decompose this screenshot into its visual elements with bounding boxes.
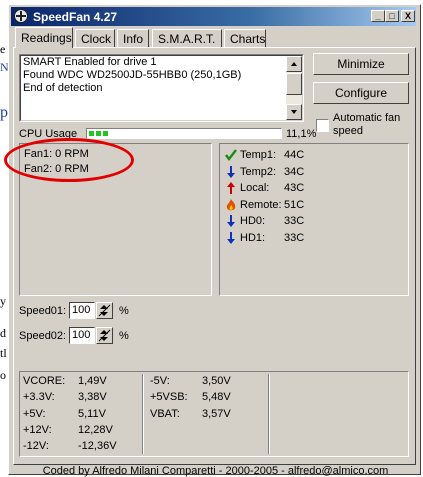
voltage-value: 3,38V [78, 391, 107, 404]
voltage-name: VCORE: [23, 375, 66, 387]
speed01-input[interactable]: 100 [69, 302, 95, 319]
speed02-input[interactable]: 100 [69, 327, 95, 344]
voltage-name: +5VSB: [150, 391, 188, 404]
log-text: SMART Enabled for drive 1 Found WDC WD25… [23, 56, 242, 94]
background-text: d [0, 326, 6, 340]
automatic-fan-label: Automatic fan [333, 112, 401, 124]
log-box[interactable]: SMART Enabled for drive 1 Found WDC WD25… [19, 54, 304, 122]
cpu-usage-value: 11,1% [286, 128, 317, 140]
temperature-name: HD1: [240, 232, 266, 244]
temperature-value: 33C [284, 232, 305, 244]
background-text: y [0, 294, 6, 308]
arrow-up-icon [291, 62, 297, 66]
voltages-box: VCORE: 1,49V +3.3V: 3,38V +5V: 5,11V +12V: 12,2… [19, 371, 409, 457]
speed01-unit: % [119, 305, 129, 317]
speed02-unit: % [119, 330, 129, 342]
tab-readings[interactable]: Readings [15, 27, 73, 48]
configure-button[interactable]: Configure [313, 82, 409, 104]
temperature-value: 44C [284, 149, 305, 161]
background-text: e [0, 42, 6, 56]
window-title: SpeedFan 4.27 [33, 10, 118, 24]
window-close-button[interactable]: X [401, 10, 415, 22]
speedfan-window: SpeedFan 4.27 _ □ X Readings Clock Info … [8, 4, 421, 477]
speed01-label: Speed01: [19, 305, 67, 317]
voltage-divider [268, 374, 270, 454]
voltage-name: +3.3V: [23, 391, 55, 404]
title-bar[interactable]: SpeedFan 4.27 _ □ X [11, 7, 416, 26]
temperature-name: Remote: [240, 198, 282, 211]
voltage-divider [142, 374, 144, 454]
temperature-value: 33C [284, 215, 305, 228]
automatic-fan-speed-checkbox[interactable] [316, 119, 329, 132]
arrow-down-icon [224, 214, 238, 228]
voltage-name: +12V: [23, 423, 52, 436]
voltage-value: 1,49V [78, 375, 107, 387]
voltage-value: 3,57V [202, 407, 231, 420]
credits-footer: Coded by Alfredo Milani Comparetti - 200… [42, 465, 389, 477]
window-minimize-button[interactable]: _ [371, 10, 385, 22]
arrow-down-icon [291, 110, 297, 114]
scroll-down-button[interactable] [286, 104, 302, 120]
voltage-value: -12,36V [78, 440, 117, 453]
temperature-name: Temp1: [240, 149, 277, 161]
arrow-up-icon [224, 181, 238, 195]
voltage-name: -12V: [23, 440, 49, 453]
voltage-name: -5V: [150, 375, 170, 387]
highlight-ellipse [4, 138, 134, 182]
scroll-up-button[interactable] [286, 56, 302, 72]
temperature-value: 34C [284, 165, 305, 178]
tab-charts[interactable]: Charts [224, 29, 266, 47]
background-text: tl [0, 346, 7, 360]
cpu-usage-bar [86, 128, 282, 139]
cpu-usage-segment [96, 131, 101, 136]
cpu-usage-segment [103, 131, 108, 136]
background-heading-text: p [0, 104, 8, 121]
window-maximize-button[interactable]: □ [385, 10, 399, 22]
voltage-value: 5,48V [202, 391, 231, 404]
temperatures-box: Temp1: 44C Temp2: 34C Local: 43C Remote: 51C HD0… [219, 143, 409, 296]
voltage-value: 5,11V [78, 407, 106, 420]
minimize-button[interactable]: Minimize [313, 53, 409, 75]
arrow-down-icon [224, 231, 238, 245]
temperature-value: 43C [284, 182, 305, 195]
cpu-usage-segment [89, 131, 94, 136]
automatic-fan-label-line2: speed [333, 125, 363, 137]
log-scrollbar[interactable] [286, 56, 302, 120]
check-icon [224, 148, 238, 162]
voltage-value: 3,50V [202, 375, 231, 387]
readings-panel: SMART Enabled for drive 1 Found WDC WD25… [13, 47, 416, 465]
voltage-value: 12,28V [78, 423, 113, 436]
voltage-name: VBAT: [150, 407, 180, 420]
flame-icon [224, 198, 238, 212]
temperature-name: HD0: [240, 215, 266, 228]
temperature-value: 51C [284, 198, 305, 211]
tab-smart[interactable]: S.M.A.R.T. [152, 29, 222, 47]
arrow-down-icon [224, 165, 238, 179]
tab-clock[interactable]: Clock [75, 29, 115, 47]
spinner-arrows-icon [98, 304, 111, 317]
scroll-thumb[interactable] [286, 73, 302, 95]
speed01-spinner[interactable] [96, 302, 113, 319]
speed02-spinner[interactable] [96, 327, 113, 344]
temperature-name: Temp2: [240, 165, 277, 178]
speed02-label: Speed02: [19, 330, 67, 342]
tab-info[interactable]: Info [117, 29, 149, 47]
spinner-arrows-icon [98, 329, 111, 342]
temperature-name: Local: [240, 182, 270, 195]
speedfan-app-icon[interactable] [14, 9, 28, 23]
voltage-name: +5V: [23, 407, 46, 420]
background-text: o [0, 368, 6, 382]
